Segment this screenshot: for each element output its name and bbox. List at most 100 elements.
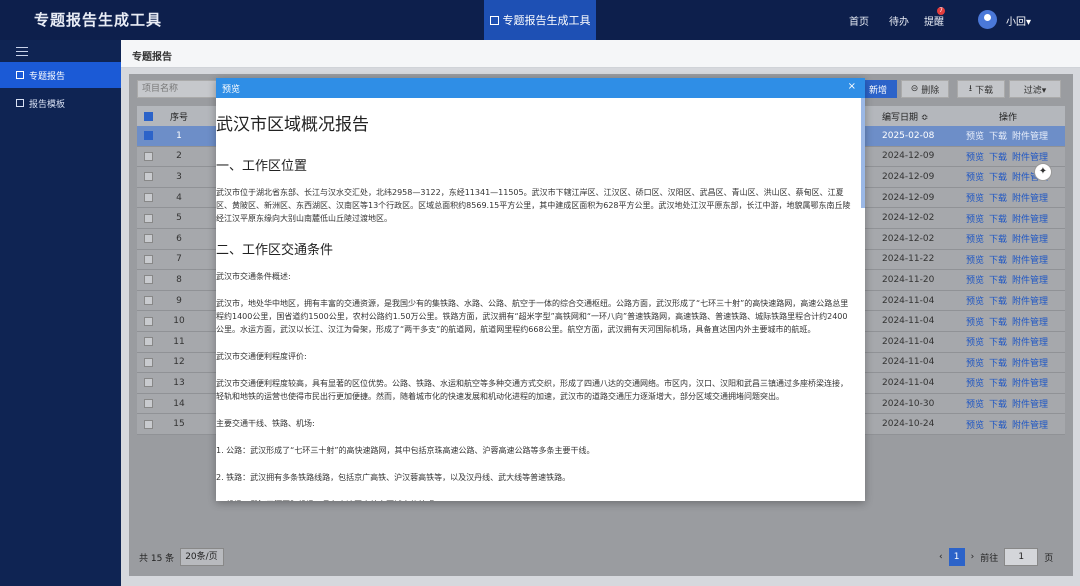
row-checkbox[interactable] [144,193,153,203]
nav-reminder[interactable]: 提醒 [924,13,944,28]
download-link[interactable]: 下载 [989,191,1007,204]
row-checkbox[interactable] [144,151,153,161]
row-date: 2024-11-04 [882,316,935,327]
download-link[interactable]: 下载 [989,170,1007,183]
attachment-link[interactable]: 附件管理 [1012,356,1048,369]
doc-paragraph: 3. 机场：武汉天河国际机场，具备直达国内外主要城市的航班。 [216,498,859,501]
document-icon [16,71,24,79]
preview-link[interactable]: 预览 [966,129,984,142]
download-link[interactable]: 下载 [989,273,1007,286]
row-checkbox[interactable] [144,337,153,347]
attachment-link[interactable]: 附件管理 [1012,315,1048,328]
row-checkbox[interactable] [144,419,153,429]
row-index: 3 [176,171,182,182]
download-link[interactable]: 下载 [989,356,1007,369]
download-link[interactable]: 下载 [989,129,1007,142]
download-link[interactable]: 下载 [989,212,1007,225]
row-checkbox[interactable] [144,399,153,409]
attachment-link[interactable]: 附件管理 [1012,273,1048,286]
assistant-float-icon[interactable]: ✦ [1034,163,1052,181]
page-number-1[interactable]: 1 [948,548,965,566]
download-link[interactable]: 下载 [989,253,1007,266]
attachment-link[interactable]: 附件管理 [1012,212,1048,225]
nav-home[interactable]: 首页 [849,13,869,28]
preview-link[interactable]: 预览 [966,253,984,266]
row-checkbox[interactable] [144,316,153,326]
delete-button[interactable]: ⊝ 删除 [901,80,949,98]
preview-link[interactable]: 预览 [966,232,984,245]
preview-link[interactable]: 预览 [966,273,984,286]
reminder-badge: 7 [937,7,945,15]
download-link[interactable]: 下载 [989,232,1007,245]
preview-link[interactable]: 预览 [966,356,984,369]
row-checkbox[interactable] [144,172,153,182]
preview-link[interactable]: 预览 [966,170,984,183]
header-date[interactable]: 编写日期 ≎ [882,110,928,123]
user-menu[interactable]: 小回▾ [1006,13,1031,28]
goto-page-input[interactable]: 1 [1004,548,1039,566]
preview-link[interactable]: 预览 [966,418,984,431]
download-link[interactable]: 下载 [989,376,1007,389]
row-index: 15 [173,419,185,430]
row-checkbox[interactable] [144,131,153,141]
next-page-button[interactable]: › [971,552,975,562]
row-actions: 预览 下载 附件管理 [966,212,1048,225]
sidebar-item-reports[interactable]: 专题报告 [0,62,121,88]
attachment-link[interactable]: 附件管理 [1012,335,1048,348]
page-size-select[interactable]: 20条/页 [180,548,225,566]
avatar[interactable] [978,10,997,29]
modal-body[interactable]: 武汉市区域概况报告 一、工作区位置 武汉市位于湖北省东部、长江与汉水交汇处，北纬2… [216,98,865,501]
menu-collapse-icon[interactable] [16,47,28,57]
row-checkbox[interactable] [144,296,153,306]
filter-button[interactable]: 过滤▾ [1009,80,1061,98]
row-date: 2024-11-04 [882,357,935,368]
preview-link[interactable]: 预览 [966,335,984,348]
attachment-link[interactable]: 附件管理 [1012,191,1048,204]
attachment-link[interactable]: 附件管理 [1012,418,1048,431]
nav-todo[interactable]: 待办 [889,13,909,28]
preview-link[interactable]: 预览 [966,150,984,163]
attachment-link[interactable]: 附件管理 [1012,294,1048,307]
row-date: 2024-11-20 [882,274,935,285]
sidebar-item-templates[interactable]: 报告模板 [0,90,121,116]
attachment-link[interactable]: 附件管理 [1012,397,1048,410]
preview-link[interactable]: 预览 [966,315,984,328]
row-checkbox[interactable] [144,213,153,223]
download-link[interactable]: 下载 [989,335,1007,348]
row-actions: 预览 下载 附件管理 [966,335,1048,348]
download-link[interactable]: 下载 [989,315,1007,328]
row-checkbox[interactable] [144,234,153,244]
preview-link[interactable]: 预览 [966,397,984,410]
download-link[interactable]: 下载 [989,294,1007,307]
row-index: 8 [176,274,182,285]
attachment-link[interactable]: 附件管理 [1012,376,1048,389]
download-icon: ⭳ [968,84,973,94]
close-icon[interactable]: × [848,81,856,92]
sidebar-item-label: 专题报告 [29,71,66,82]
download-link[interactable]: 下载 [989,150,1007,163]
row-checkbox[interactable] [144,254,153,264]
row-actions: 预览 下载 附件管理 [966,232,1048,245]
scrollbar[interactable] [861,98,865,208]
select-all-checkbox[interactable] [144,111,153,121]
download-button[interactable]: ⭳ 下载 [957,80,1005,98]
preview-link[interactable]: 预览 [966,294,984,307]
row-checkbox[interactable] [144,357,153,367]
template-icon [16,99,24,107]
row-date: 2024-12-09 [882,171,935,182]
attachment-link[interactable]: 附件管理 [1012,232,1048,245]
preview-link[interactable]: 预览 [966,191,984,204]
download-link[interactable]: 下载 [989,397,1007,410]
download-link[interactable]: 下载 [989,418,1007,431]
preview-link[interactable]: 预览 [966,376,984,389]
row-checkbox[interactable] [144,378,153,388]
row-checkbox[interactable] [144,275,153,285]
attachment-link[interactable]: 附件管理 [1012,129,1048,142]
attachment-link[interactable]: 附件管理 [1012,253,1048,266]
search-input[interactable]: 项目名称 [137,80,217,98]
prev-page-button[interactable]: ‹ [939,552,943,562]
center-app-tab[interactable]: 专题报告生成工具 [484,0,596,40]
row-index: 14 [173,398,185,409]
preview-link[interactable]: 预览 [966,212,984,225]
attachment-link[interactable]: 附件管理 [1012,150,1048,163]
